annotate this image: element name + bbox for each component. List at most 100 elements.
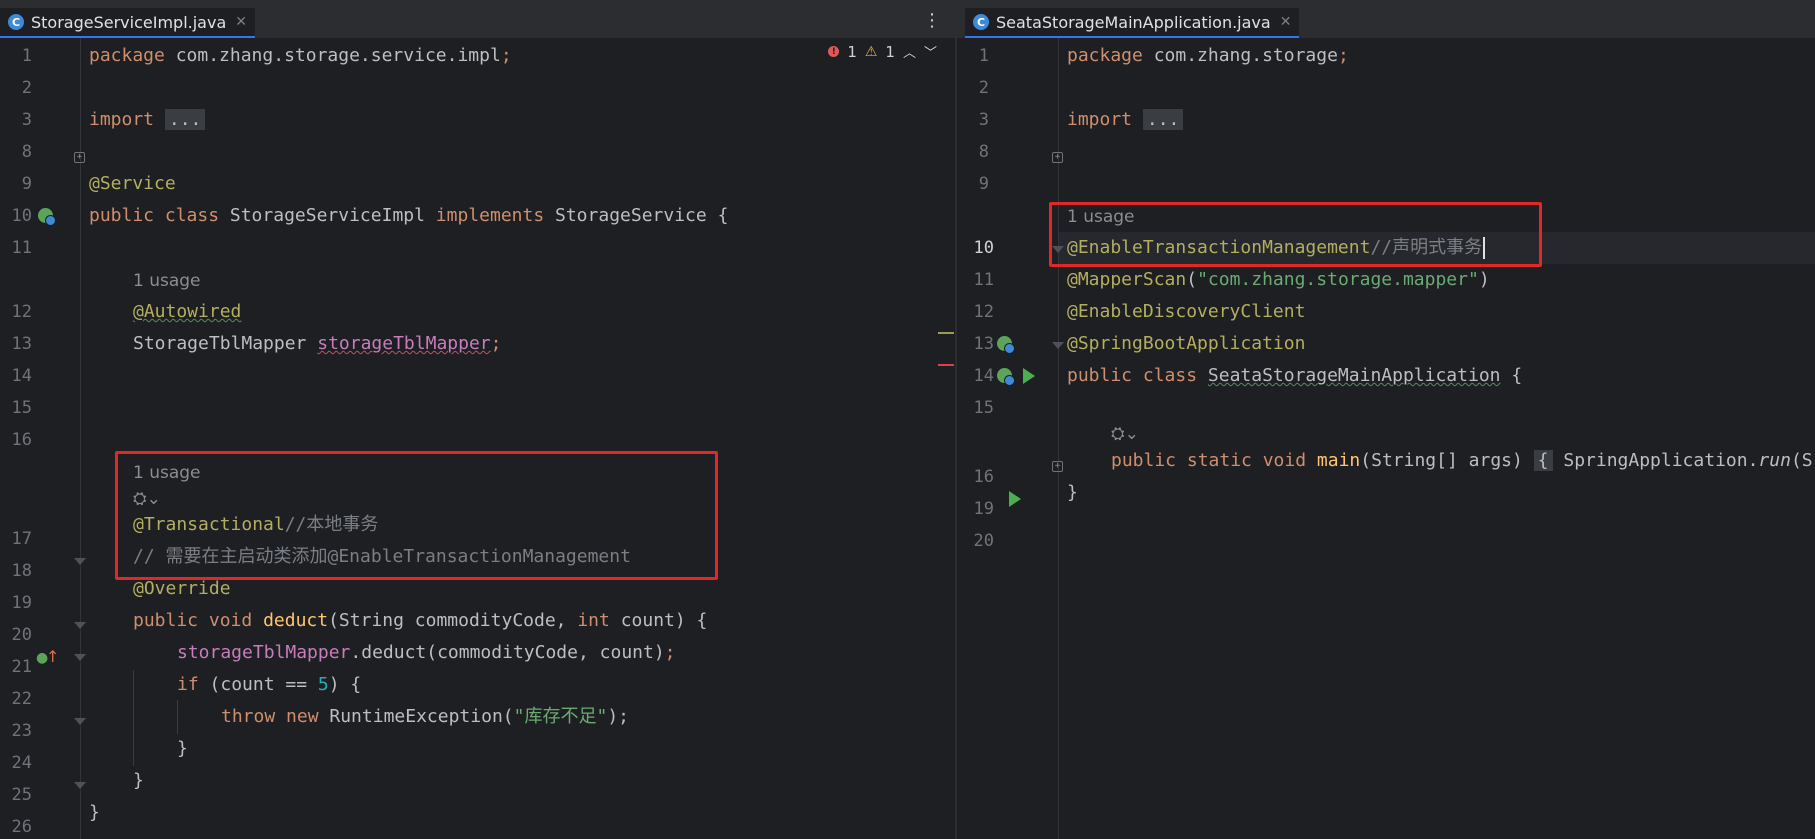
highlight-box — [1049, 202, 1542, 267]
left-editor-pane[interactable]: C StorageServiceImpl.java ✕ ⋮ ! 1 ⚠ 1 ︿ … — [0, 0, 955, 839]
arrow-up-icon: ↑ — [46, 647, 60, 666]
line-number: 13 — [11, 334, 32, 354]
warning-count: 1 — [885, 42, 895, 61]
tab-seata-storage-main-application[interactable]: C SeataStorageMainApplication.java ✕ — [965, 8, 1300, 38]
line-number: 20 — [973, 531, 994, 551]
java-class-icon: C — [973, 14, 989, 30]
error-icon: ! — [828, 46, 840, 57]
code-line[interactable]: package com.zhang.storage.service.impl; — [89, 40, 512, 72]
line-number: 17 — [11, 529, 32, 549]
line-number: 11 — [11, 238, 32, 258]
code-line[interactable]: public class StorageServiceImpl implemen… — [89, 200, 728, 232]
code-line[interactable]: package com.zhang.storage; — [1067, 40, 1349, 72]
code-line[interactable]: @Service — [89, 168, 176, 200]
highlight-box — [115, 451, 718, 580]
line-number: 14 — [11, 366, 32, 386]
line-number: 3 — [978, 110, 989, 130]
line-number: 19 — [973, 499, 994, 519]
code-line[interactable]: public static void main(String[] args) {… — [1111, 445, 1813, 477]
line-number: 19 — [11, 593, 32, 613]
fold-collapse-icon[interactable] — [74, 654, 86, 661]
ai-assist-icon[interactable]: ⛭⌄ — [1111, 424, 1139, 444]
line-number: 25 — [11, 785, 32, 805]
more-options-icon[interactable]: ⋮ — [923, 10, 941, 31]
line-number: 24 — [11, 753, 32, 773]
code-line[interactable]: public class SeataStorageMainApplication… — [1067, 360, 1522, 392]
line-number-current: 10 — [973, 238, 994, 258]
implements-interface-icon[interactable] — [38, 208, 56, 226]
fold-expand-icon[interactable]: + — [1052, 461, 1063, 472]
line-number: 21 — [11, 657, 32, 677]
chevron-up-icon[interactable]: ︿ — [903, 42, 916, 61]
indent-guide — [177, 700, 178, 734]
fold-expand-icon[interactable]: + — [74, 152, 85, 163]
line-number: 26 — [11, 817, 32, 837]
tab-title: SeataStorageMainApplication.java — [996, 12, 1271, 32]
fold-collapse-icon[interactable] — [1052, 342, 1064, 349]
right-editor-pane[interactable]: C SeataStorageMainApplication.java ✕ 1 2… — [957, 0, 1815, 839]
code-line[interactable]: @MapperScan("com.zhang.storage.mapper") — [1067, 264, 1490, 296]
close-icon[interactable]: ✕ — [235, 14, 247, 30]
line-number: 13 — [973, 334, 994, 354]
code-line[interactable]: @SpringBootApplication — [1067, 328, 1305, 360]
line-number: 16 — [973, 467, 994, 487]
right-gutter: 1 2 3 8 9 10 11 12 13 14 15 16 19 20 + + — [957, 38, 1064, 839]
code-line[interactable]: } — [177, 733, 188, 765]
line-number: 18 — [11, 561, 32, 581]
left-gutter: 1 2 3 8 9 10 11 12 13 14 15 16 17 18 19 … — [0, 38, 86, 839]
line-number: 8 — [978, 142, 989, 162]
code-line[interactable]: storageTblMapper.deduct(commodityCode, c… — [177, 637, 676, 669]
java-class-icon: C — [8, 14, 24, 30]
inspection-widget[interactable]: ! 1 ⚠ 1 ︿ ﹀ — [828, 42, 937, 61]
code-line[interactable]: import ... — [89, 104, 206, 136]
line-number: 2 — [21, 78, 32, 98]
line-number: 1 — [978, 46, 989, 66]
usage-hint[interactable]: 1 usage — [133, 265, 201, 297]
folded-body[interactable]: { — [1533, 450, 1553, 471]
code-line[interactable]: } — [89, 797, 100, 829]
left-tab-bar: C StorageServiceImpl.java ✕ ⋮ — [0, 0, 955, 39]
line-number: 8 — [21, 142, 32, 162]
code-line[interactable]: import ... — [1067, 104, 1184, 136]
warning-icon: ⚠ — [864, 43, 878, 60]
tab-title: StorageServiceImpl.java — [31, 12, 227, 32]
run-icon[interactable] — [1023, 368, 1035, 384]
fold-collapse-icon[interactable] — [74, 718, 86, 725]
close-icon[interactable]: ✕ — [1280, 14, 1292, 30]
fold-collapse-icon[interactable] — [74, 782, 86, 789]
code-line[interactable]: @EnableDiscoveryClient — [1067, 296, 1305, 328]
indent-guide — [133, 670, 134, 766]
spring-bean-icon[interactable] — [997, 336, 1015, 354]
line-number: 12 — [11, 302, 32, 322]
line-number: 20 — [11, 625, 32, 645]
spring-bean-icon[interactable] — [997, 368, 1015, 386]
line-number: 15 — [11, 398, 32, 418]
fold-collapse-icon[interactable] — [74, 558, 86, 565]
code-line[interactable]: throw new RuntimeException("库存不足"); — [221, 701, 629, 733]
error-count: 1 — [847, 42, 857, 61]
code-line[interactable]: @Autowired — [133, 296, 241, 328]
right-tab-bar: C SeataStorageMainApplication.java ✕ — [957, 0, 1815, 39]
folded-imports[interactable]: ... — [164, 109, 206, 130]
line-number: 23 — [11, 721, 32, 741]
line-number: 11 — [973, 270, 994, 290]
fold-expand-icon[interactable]: + — [1052, 152, 1063, 163]
code-line[interactable]: } — [133, 765, 144, 797]
tab-storage-service-impl[interactable]: C StorageServiceImpl.java ✕ — [0, 8, 255, 38]
error-stripe-marker[interactable] — [938, 364, 954, 366]
warning-stripe-marker[interactable] — [938, 332, 954, 334]
chevron-down-icon[interactable]: ﹀ — [924, 42, 937, 61]
line-number: 10 — [11, 206, 32, 226]
line-number: 22 — [11, 689, 32, 709]
run-icon[interactable] — [1009, 491, 1021, 507]
line-number: 16 — [11, 430, 32, 450]
code-line[interactable]: public void deduct(String commodityCode,… — [133, 605, 707, 637]
code-line[interactable]: StorageTblMapper storageTblMapper; — [133, 328, 501, 360]
line-number: 9 — [978, 174, 989, 194]
folded-imports[interactable]: ... — [1142, 109, 1184, 130]
line-number: 3 — [21, 110, 32, 130]
code-line[interactable]: } — [1067, 477, 1078, 509]
line-number: 14 — [973, 366, 994, 386]
code-line[interactable]: if (count == 5) { — [177, 669, 361, 701]
fold-collapse-icon[interactable] — [74, 622, 86, 629]
